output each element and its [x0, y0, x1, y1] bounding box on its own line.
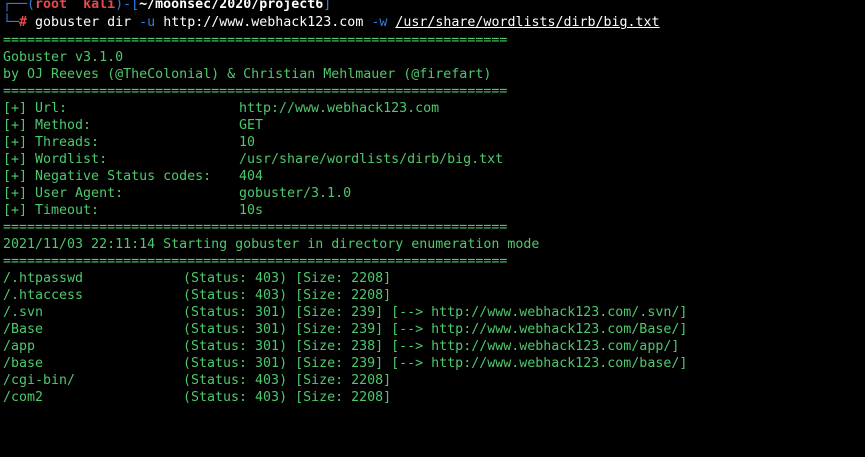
config-row: [+] Method: GET — [3, 117, 863, 134]
command-flag-u: -u — [139, 15, 156, 30]
result-path: /.htpasswd — [3, 271, 84, 286]
result-path: /base — [3, 356, 44, 371]
result-info: (Status: 301) [Size: 239] [--> http://ww… — [183, 305, 688, 320]
result-row: /base (Status: 301) [Size: 239] [--> htt… — [3, 355, 863, 372]
command-url: http://www.webhack123.com — [163, 15, 364, 30]
prompt-header: ┌──(root kali)-[~/moonsec/2020/project6] — [3, 0, 331, 13]
result-info: (Status: 301) [Size: 239] [--> http://ww… — [183, 356, 688, 371]
separator: ========================================… — [3, 254, 508, 269]
result-row: /com2 (Status: 403) [Size: 2208] — [3, 389, 863, 406]
separator: ========================================… — [3, 33, 508, 48]
command-flag-w: -w — [371, 15, 388, 30]
result-row: /.htaccess (Status: 403) [Size: 2208] — [3, 287, 863, 304]
prompt-path: ~/moonsec/2020/project6 — [139, 0, 324, 12]
result-row: /Base (Status: 301) [Size: 239] [--> htt… — [3, 321, 863, 338]
result-path: /.svn — [3, 305, 44, 320]
prompt-symbol: # — [19, 15, 28, 30]
separator: ========================================… — [3, 220, 508, 235]
result-row: /cgi-bin/ (Status: 403) [Size: 2208] — [3, 372, 863, 389]
result-info: (Status: 403) [Size: 2208] — [183, 390, 392, 405]
result-path: /.htaccess — [3, 288, 84, 303]
result-info: (Status: 301) [Size: 239] [--> http://ww… — [183, 322, 688, 337]
config-key: [+] Timeout: — [3, 203, 100, 218]
command-wordlist: /usr/share/wordlists/dirb/big.txt — [395, 15, 660, 30]
config-key: [+] Threads: — [3, 135, 100, 150]
config-row: [+] Threads: 10 — [3, 134, 863, 151]
terminal-window[interactable]: ┌──(root kali)-[~/moonsec/2020/project6]… — [0, 0, 865, 405]
config-value: http://www.webhack123.com — [239, 101, 440, 116]
config-value: 10s — [239, 203, 264, 218]
command-program: gobuster — [35, 15, 100, 30]
config-key: [+] Method: — [3, 118, 92, 133]
prompt-user: root — [35, 0, 68, 12]
result-info: (Status: 403) [Size: 2208] — [183, 271, 392, 286]
banner-version: Gobuster v3.1.0 — [3, 50, 124, 65]
result-info: (Status: 301) [Size: 238] [--> http://ww… — [183, 339, 680, 354]
separator: ========================================… — [3, 84, 508, 99]
start-message: 2021/11/03 22:11:14 Starting gobuster in… — [3, 237, 540, 252]
result-row: /.svn (Status: 301) [Size: 239] [--> htt… — [3, 304, 863, 321]
result-path: /Base — [3, 322, 44, 337]
result-path: /cgi-bin/ — [3, 373, 76, 388]
banner-authors: by OJ Reeves (@TheColonial) & Christian … — [3, 67, 492, 82]
prompt-host: kali — [83, 0, 116, 12]
config-row: [+] Wordlist: /usr/share/wordlists/dirb/… — [3, 151, 863, 168]
config-row: [+] User Agent: gobuster/3.1.0 — [3, 185, 863, 202]
command-subcommand: dir — [107, 15, 132, 30]
config-value: 10 — [239, 135, 256, 150]
config-row: [+] Url: http://www.webhack123.com — [3, 100, 863, 117]
config-key: [+] Url: — [3, 101, 68, 116]
config-value: 404 — [239, 169, 264, 184]
result-path: /app — [3, 339, 36, 354]
config-key: [+] User Agent: — [3, 186, 124, 201]
result-path: /com2 — [3, 390, 44, 405]
config-row: [+] Timeout: 10s — [3, 202, 863, 219]
config-key: [+] Negative Status codes: — [3, 169, 212, 184]
config-value: gobuster/3.1.0 — [239, 186, 352, 201]
result-row: /.htpasswd (Status: 403) [Size: 2208] — [3, 270, 863, 287]
result-info: (Status: 403) [Size: 2208] — [183, 373, 392, 388]
config-row: [+] Negative Status codes: 404 — [3, 168, 863, 185]
config-value: GET — [239, 118, 264, 133]
result-info: (Status: 403) [Size: 2208] — [183, 288, 392, 303]
command-line[interactable]: └─# gobuster dir -u http://www.webhack12… — [3, 14, 660, 31]
result-row: /app (Status: 301) [Size: 238] [--> http… — [3, 338, 863, 355]
config-key: [+] Wordlist: — [3, 152, 108, 167]
config-value: /usr/share/wordlists/dirb/big.txt — [239, 152, 504, 167]
